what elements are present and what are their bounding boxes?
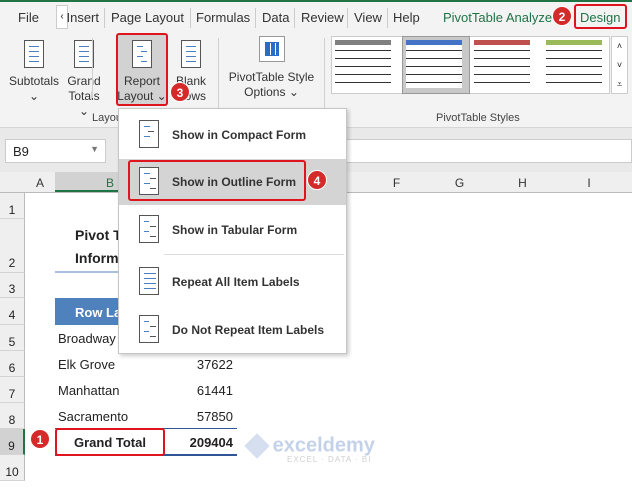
item-value[interactable]: 61441	[165, 383, 233, 398]
tab-help[interactable]: Help	[393, 10, 420, 25]
style-thumb-green[interactable]	[546, 40, 602, 88]
table-grid-icon	[258, 36, 285, 62]
compact-form-icon	[139, 120, 159, 148]
menu-item-compact-form[interactable]: Show in Compact Form	[119, 112, 346, 158]
step-badge-2: 2	[552, 6, 572, 26]
step-badge-4: 4	[307, 170, 327, 190]
subtotals-icon	[24, 40, 44, 68]
grand-total-value[interactable]: 209404	[165, 435, 233, 450]
menu-separator	[164, 254, 344, 255]
tab-insert[interactable]: Insert	[64, 10, 99, 25]
tab-view[interactable]: View	[354, 10, 382, 25]
report-layout-menu: Show in Compact Form Show in Outline For…	[118, 108, 347, 354]
row-3[interactable]: 3	[0, 273, 25, 298]
highlight-report-layout	[116, 33, 168, 106]
item-value[interactable]: 57850	[165, 409, 233, 424]
dropdown-icon: ▼	[90, 144, 99, 154]
row-9[interactable]: 9	[0, 429, 25, 455]
step-badge-3: 3	[170, 82, 190, 102]
group-label-styles: PivotTable Styles	[436, 112, 520, 124]
tabular-form-icon	[139, 215, 159, 243]
item-name[interactable]: Manhattan	[58, 383, 119, 398]
highlight-design	[574, 4, 627, 29]
menu-item-repeat-labels[interactable]: Repeat All Item Labels	[119, 259, 346, 305]
row-6[interactable]: 6	[0, 351, 25, 377]
item-name[interactable]: Elk Grove	[58, 357, 115, 372]
exceldemy-watermark: exceldemy EXCEL · DATA · BI	[244, 433, 375, 464]
repeat-labels-icon	[139, 267, 159, 295]
item-name[interactable]: Sacramento	[58, 409, 128, 424]
col-f[interactable]: F	[365, 176, 428, 190]
item-value[interactable]: 37622	[165, 357, 233, 372]
tab-pivottable-analyze[interactable]: PivotTable Analyze	[443, 10, 552, 25]
style-thumb-gray[interactable]	[335, 40, 391, 88]
row-7[interactable]: 7	[0, 377, 25, 403]
col-a[interactable]: A	[25, 176, 55, 190]
blank-rows-icon	[181, 40, 201, 68]
item-name[interactable]: Broadway	[58, 331, 116, 346]
name-box[interactable]: B9 ▼	[5, 139, 106, 163]
col-g[interactable]: G	[428, 176, 491, 190]
row-5[interactable]: 5	[0, 325, 25, 351]
ribbon-tabs: File ‹ Insert Page Layout Formulas Data …	[0, 0, 632, 32]
row-1[interactable]: 1	[0, 193, 25, 219]
highlight-grand-total	[55, 428, 165, 456]
row-4[interactable]: 4	[0, 298, 25, 325]
tab-formulas[interactable]: Formulas	[196, 10, 250, 25]
col-h[interactable]: H	[491, 176, 554, 190]
menu-item-do-not-repeat-labels[interactable]: Do Not Repeat Item Labels	[119, 307, 346, 353]
style-thumb-red[interactable]	[474, 40, 530, 88]
row-8[interactable]: 8	[0, 403, 25, 429]
grand-totals-button[interactable]: Grand Totals ⌄	[62, 40, 106, 119]
highlight-outline-form	[128, 160, 306, 201]
col-i[interactable]: I	[554, 176, 624, 190]
no-repeat-labels-icon	[139, 315, 159, 343]
row-2[interactable]: 2	[0, 219, 25, 273]
style-options-button[interactable]: PivotTable Style Options ⌄	[224, 36, 319, 100]
gallery-scroll[interactable]: ˄ ˅ ⩡	[611, 36, 628, 94]
tab-review[interactable]: Review	[301, 10, 344, 25]
row-10[interactable]: 10	[0, 455, 25, 481]
tab-data[interactable]: Data	[262, 10, 289, 25]
style-thumb-blue[interactable]	[406, 40, 462, 88]
grand-totals-icon	[74, 40, 94, 68]
step-badge-1: 1	[30, 429, 50, 449]
tab-page-layout[interactable]: Page Layout	[111, 10, 184, 25]
menu-item-tabular-form[interactable]: Show in Tabular Form	[119, 207, 346, 253]
formula-bar[interactable]	[344, 139, 632, 163]
subtotals-button[interactable]: Subtotals ⌄	[8, 40, 60, 104]
row-labels-header[interactable]: Row Labels	[55, 298, 125, 325]
tab-file[interactable]: File	[18, 10, 39, 25]
